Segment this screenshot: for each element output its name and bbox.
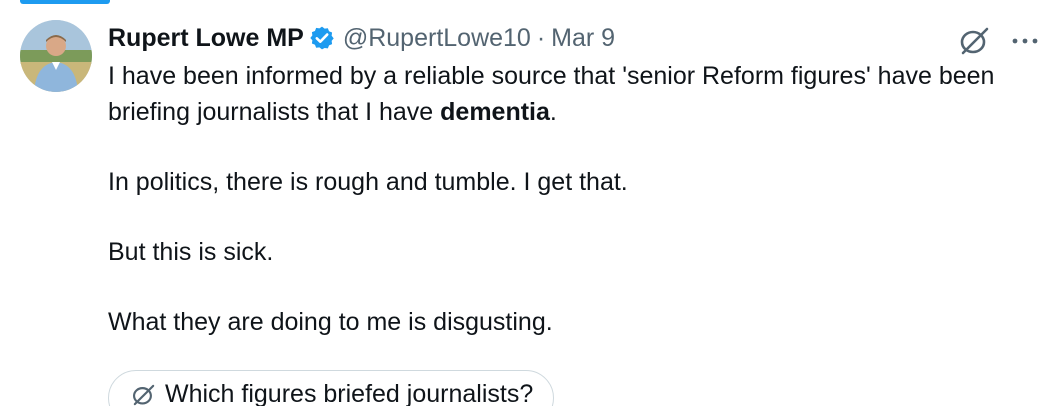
- tweet-date[interactable]: Mar 9: [551, 24, 615, 53]
- more-options-icon[interactable]: [1008, 26, 1042, 56]
- paragraph-1-end: .: [549, 98, 557, 126]
- display-name[interactable]: Rupert Lowe MP: [108, 24, 304, 53]
- tweet[interactable]: Rupert Lowe MP @RupertLowe10 · Mar 9 I h…: [0, 0, 1054, 406]
- user-avatar-icon: [20, 20, 92, 92]
- paragraph-3: But this is sick.: [108, 238, 274, 266]
- grok-icon[interactable]: [958, 26, 992, 56]
- header-separator: ·: [536, 23, 546, 52]
- grok-icon: [131, 382, 157, 406]
- verified-badge-icon: [309, 25, 335, 51]
- avatar[interactable]: [20, 20, 92, 92]
- tweet-text: I have been informed by a reliable sourc…: [108, 58, 1038, 340]
- tweet-header: Rupert Lowe MP @RupertLowe10 · Mar 9: [108, 20, 615, 56]
- author-handle[interactable]: @RupertLowe10: [343, 24, 531, 53]
- page: Rupert Lowe MP @RupertLowe10 · Mar 9 I h…: [0, 0, 1054, 406]
- paragraph-1: I have been informed by a reliable sourc…: [108, 58, 1038, 130]
- suggested-question-button[interactable]: Which figures briefed journalists?: [108, 370, 555, 406]
- suggested-question-text: Which figures briefed journalists?: [165, 380, 534, 406]
- paragraph-2: In politics, there is rough and tumble. …: [108, 168, 628, 196]
- paragraph-4: What they are doing to me is disgusting.: [108, 308, 553, 336]
- paragraph-1-bold: dementia: [440, 98, 550, 126]
